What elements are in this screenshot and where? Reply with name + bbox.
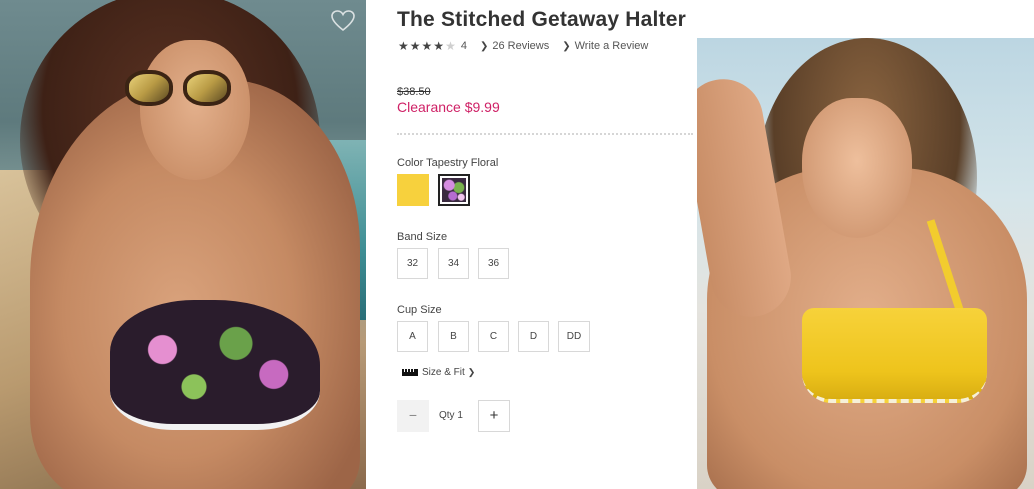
chevron-right-icon: ❯ [467, 367, 476, 377]
size-fit-link[interactable]: Size & Fit ❯ [402, 367, 475, 378]
chevron-right-icon: ❯ [562, 40, 571, 52]
reviews-link[interactable]: 26 Reviews [492, 40, 549, 52]
cup-size-a[interactable]: A [397, 321, 428, 352]
band-size-34[interactable]: 34 [438, 248, 469, 279]
chevron-right-icon: ❯ [479, 40, 489, 52]
cup-size-label: Cup Size [397, 304, 442, 316]
rating-stars[interactable]: ★ ★ ★ ★ ★ [398, 40, 457, 52]
star-icon: ★ [421, 39, 433, 53]
product-photo-main [0, 0, 366, 489]
size-fit-label: Size & Fit [422, 367, 465, 378]
band-size-32[interactable]: 32 [397, 248, 428, 279]
cup-size-c[interactable]: C [478, 321, 509, 352]
quantity-label: Qty 1 [439, 410, 463, 421]
clearance-price: Clearance $9.99 [397, 99, 500, 115]
cup-size-dd[interactable]: DD [558, 321, 590, 352]
cup-size-d[interactable]: D [518, 321, 549, 352]
original-price: $38.50 [397, 86, 431, 98]
band-size-36[interactable]: 36 [478, 248, 509, 279]
photo-model-face [140, 40, 250, 180]
product-title: The Stitched Getaway Halter [397, 8, 686, 31]
swatch-tapestry-floral[interactable] [438, 174, 470, 206]
photo-model-face [802, 98, 912, 238]
quantity-increase-button[interactable]: + [478, 400, 510, 432]
star-icon: ★ [433, 39, 445, 53]
band-size-label: Band Size [397, 231, 448, 243]
star-icon: ★ [445, 39, 456, 53]
swatch-yellow[interactable] [397, 174, 429, 206]
color-label: Color Tapestry Floral [397, 157, 499, 169]
photo-sunglasses [125, 70, 235, 110]
star-icon: ★ [409, 39, 421, 53]
photo-floral-bikini-top [110, 300, 320, 430]
rating-row: ★ ★ ★ ★ ★ 4 ❯ 26 Reviews ❯ Write a Review [398, 39, 648, 53]
star-icon: ★ [398, 39, 409, 53]
write-review-link[interactable]: Write a Review [575, 40, 649, 52]
rating-count: 4 [460, 40, 467, 52]
cup-size-b[interactable]: B [438, 321, 469, 352]
ruler-icon [402, 369, 418, 376]
photo-yellow-bikini-top [802, 308, 987, 403]
heart-icon[interactable] [330, 8, 356, 34]
divider [397, 133, 693, 135]
product-photo-secondary [697, 38, 1034, 489]
quantity-decrease-button[interactable]: − [397, 400, 429, 432]
